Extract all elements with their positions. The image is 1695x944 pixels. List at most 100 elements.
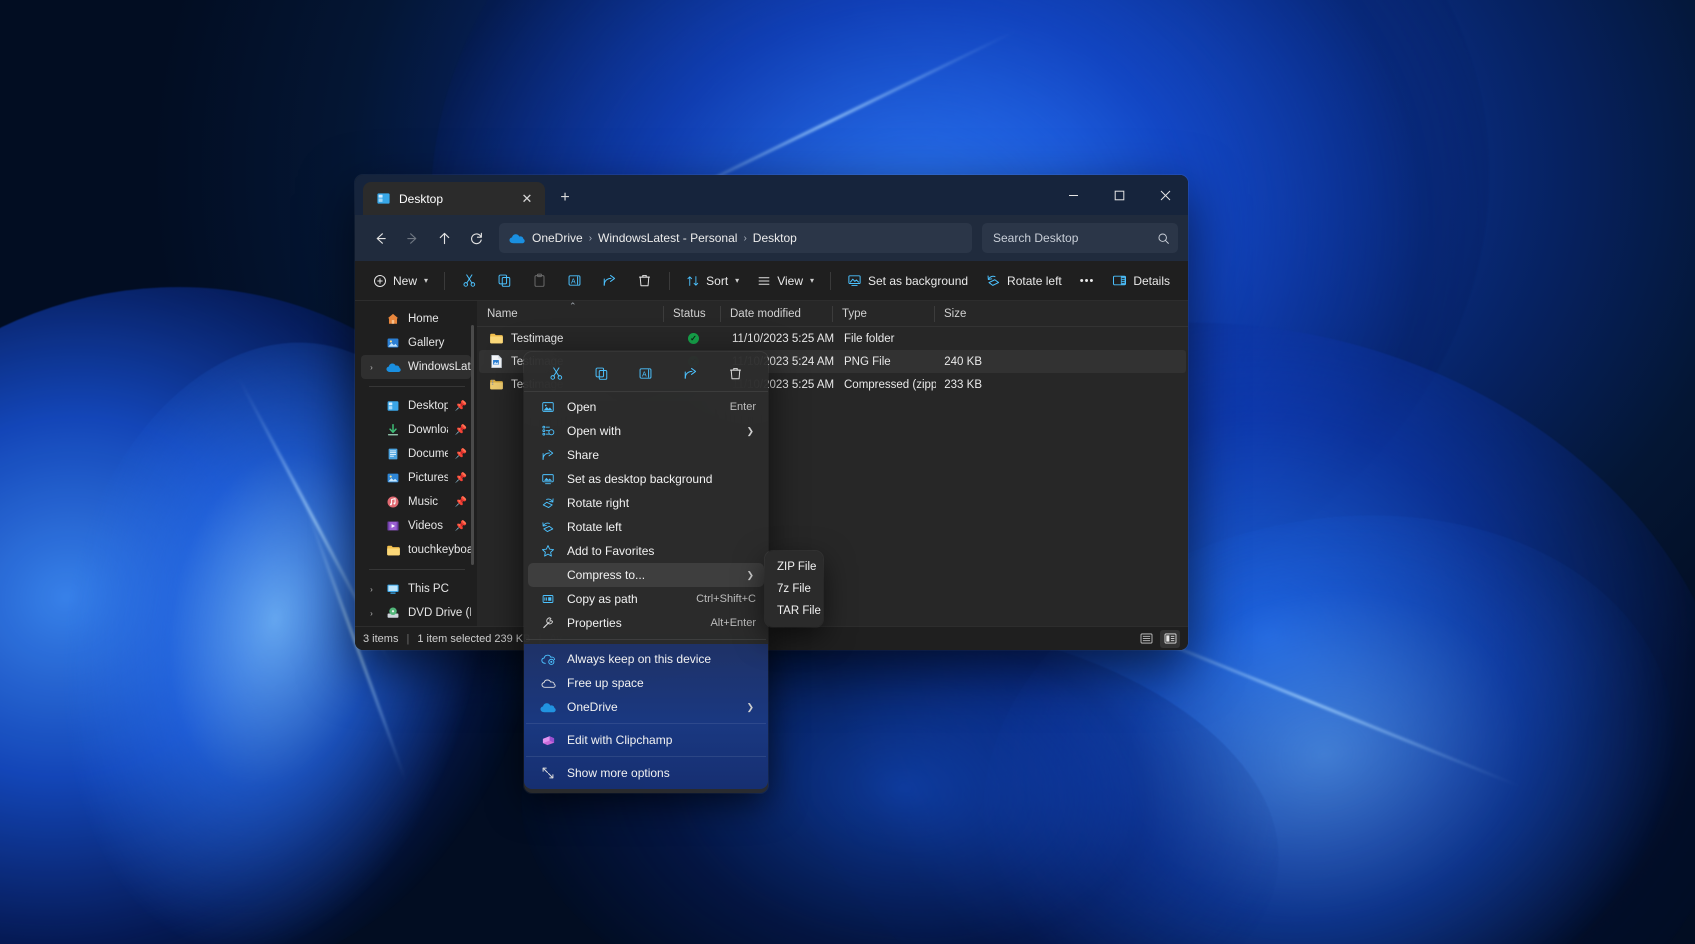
menu-item-copy-as-path[interactable]: Copy as path Ctrl+Shift+C [528,587,764,611]
rotate-left-button[interactable]: Rotate left [978,266,1070,296]
menu-item-rotate-right[interactable]: Rotate right [528,491,764,515]
breadcrumb-label-2[interactable]: Desktop [753,231,797,245]
tab-desktop[interactable]: Desktop ✕ [363,182,545,215]
rotate-left-label: Rotate left [1007,274,1062,288]
delete-button[interactable] [721,360,751,388]
sidebar-item-dvd-drive[interactable]: › DVD Drive (D:) C [361,601,471,625]
column-header-status[interactable]: Status [663,301,720,327]
rename-icon: A [567,273,582,288]
share-button[interactable] [676,360,706,388]
set-as-background-button[interactable]: Set as background [839,266,976,296]
close-window-button[interactable] [1142,175,1188,215]
details-view-button[interactable] [1160,630,1180,648]
sidebar-item-desktop[interactable]: Desktop 📌 [361,394,471,418]
pin-icon[interactable]: 📌 [455,425,467,436]
menu-item-open-with[interactable]: Open with ❯ [528,419,764,443]
sort-button[interactable]: Sort ▾ [678,266,747,296]
context-menu: A Open Enter Open with ❯ [524,352,768,793]
context-menu-glass-section: Always keep on this device Free up space… [524,644,768,789]
pin-icon[interactable]: 📌 [455,401,467,412]
sidebar-item-this-pc[interactable]: › This PC [361,577,471,601]
menu-label-open: Open [567,400,719,414]
sidebar-item-music[interactable]: Music 📌 [361,490,471,514]
sidebar-item-home[interactable]: Home [361,307,471,331]
menu-item-open[interactable]: Open Enter [528,395,764,419]
submenu-item-zip-file[interactable]: ZIP File [768,556,820,578]
menu-item-show-more-options[interactable]: Show more options [528,761,764,785]
pin-icon[interactable]: 📌 [455,449,467,460]
menu-item-edit-with-clipchamp[interactable]: Edit with Clipchamp [528,728,764,752]
breadcrumb-onedrive[interactable]: OneDrive [509,231,583,245]
search-input[interactable]: Search Desktop [982,223,1178,253]
sidebar-item-pictures[interactable]: Pictures 📌 [361,466,471,490]
minimize-button[interactable] [1050,175,1096,215]
view-button[interactable]: View ▾ [749,266,822,296]
menu-item-onedrive[interactable]: OneDrive ❯ [528,695,764,719]
menu-item-set-as-desktop-background[interactable]: Set as desktop background [528,467,764,491]
menu-item-free-up-space[interactable]: Free up space [528,671,764,695]
command-bar: New ▾ A [355,261,1188,301]
menu-item-rotate-left[interactable]: Rotate left [528,515,764,539]
toolbar-divider-1 [444,272,445,290]
breadcrumb[interactable]: OneDrive › WindowsLatest - Personal › De… [499,223,972,253]
delete-button[interactable] [628,266,661,296]
toolbar-divider-2 [669,272,670,290]
menu-item-compress-to[interactable]: Compress to... ❯ [528,563,764,587]
column-header-size[interactable]: Size [934,301,988,327]
videos-icon [385,518,401,534]
menu-item-share[interactable]: Share [528,443,764,467]
list-view-button[interactable] [1136,630,1156,648]
forward-button[interactable] [397,223,427,253]
close-tab-button[interactable]: ✕ [515,187,539,211]
sidebar-item-videos[interactable]: Videos 📌 [361,514,471,538]
pin-icon[interactable]: 📌 [455,521,467,532]
cut-button[interactable] [541,360,571,388]
sidebar-scrollbar[interactable] [471,325,474,565]
sidebar-item-downloads[interactable]: Downloads 📌 [361,418,471,442]
sort-arrows-icon [686,274,700,288]
sidebar-item-documents[interactable]: Documents 📌 [361,442,471,466]
copy-button[interactable] [586,360,616,388]
more-options-button[interactable]: ••• [1072,266,1103,296]
refresh-button[interactable] [461,223,491,253]
table-row[interactable]: Testimage ✓ 11/10/2023 5:25 AM File fold… [479,327,1186,350]
pin-icon[interactable]: 📌 [455,497,467,508]
submenu-item-7z-file[interactable]: 7z File [768,578,820,600]
back-button[interactable] [365,223,395,253]
chevron-right-icon[interactable]: › [365,609,378,618]
cut-button[interactable] [453,266,486,296]
column-header-type[interactable]: Type [832,301,934,327]
row-date-cell: 11/10/2023 5:25 AM [722,333,834,345]
menu-label-always-keep-on-this-device: Always keep on this device [567,652,764,666]
chevron-right-icon[interactable]: › [365,363,378,372]
up-button[interactable] [429,223,459,253]
pin-icon[interactable]: 📌 [455,473,467,484]
onedrive-cloud-icon [540,699,556,715]
sidebar-item-windowslatest[interactable]: › WindowsLatest [361,355,471,379]
column-header-name[interactable]: Name ⌃ [477,301,663,327]
column-header-date[interactable]: Date modified [720,301,832,327]
rename-button[interactable]: A [558,266,591,296]
rename-button[interactable]: A [631,360,661,388]
menu-item-properties[interactable]: Properties Alt+Enter [528,611,764,635]
breadcrumb-separator-0: › [589,233,592,244]
chevron-right-icon[interactable]: › [365,585,378,594]
submenu-item-tar-file[interactable]: TAR File [768,600,820,622]
sidebar-label-home: Home [408,313,471,325]
paste-icon [532,273,547,288]
search-icon [1157,232,1170,245]
new-button[interactable]: New ▾ [365,266,436,296]
copy-button[interactable] [488,266,521,296]
desktop-icon [385,398,401,414]
sidebar-item-touchkeyboard[interactable]: touchkeyboard [361,538,471,562]
breadcrumb-label-1[interactable]: WindowsLatest - Personal [598,231,737,245]
maximize-button[interactable] [1096,175,1142,215]
details-pane-button[interactable]: Details [1104,266,1178,296]
new-tab-button[interactable]: + [551,184,579,212]
share-button[interactable] [593,266,626,296]
sidebar-item-gallery[interactable]: Gallery [361,331,471,355]
view-lines-icon [757,274,771,288]
menu-item-always-keep-on-this-device[interactable]: Always keep on this device [528,647,764,671]
menu-item-add-to-favorites[interactable]: Add to Favorites [528,539,764,563]
paste-button[interactable] [523,266,556,296]
